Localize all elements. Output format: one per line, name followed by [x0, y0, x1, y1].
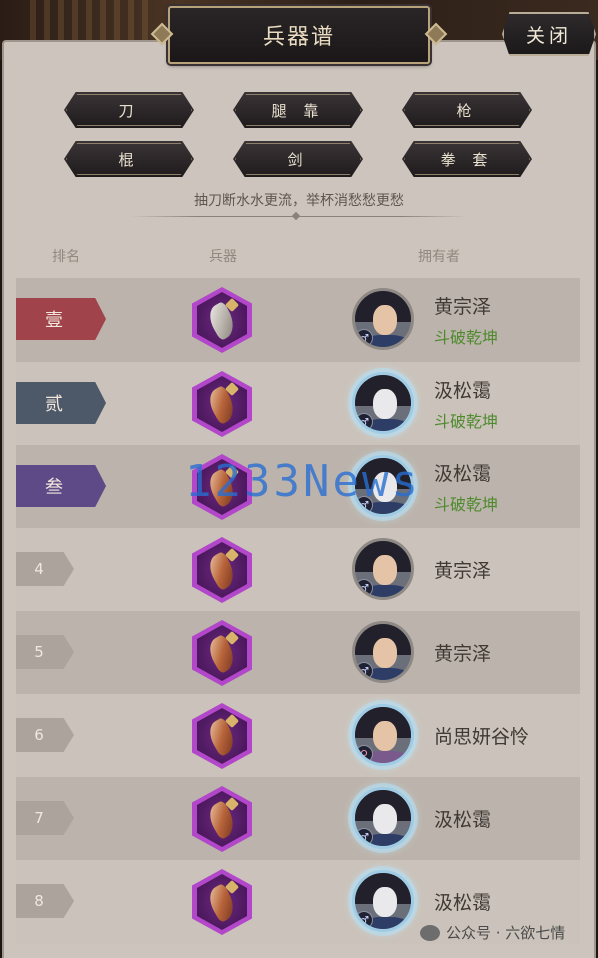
filter-sword-button[interactable]: 剑: [233, 141, 363, 177]
male-icon: ♂: [355, 329, 373, 347]
sect-name: 斗破乾坤: [434, 495, 499, 514]
owner-name: 黄宗泽: [434, 560, 492, 582]
weapon-icon[interactable]: [192, 537, 252, 603]
watermark: 1233News: [185, 456, 421, 507]
rank-badge: 6: [16, 718, 74, 752]
rank-badge: 贰: [16, 382, 106, 424]
avatar[interactable]: ♂: [352, 870, 414, 932]
weapon-icon[interactable]: [192, 869, 252, 935]
rank-badge: 5: [16, 635, 74, 669]
avatar[interactable]: ♂: [352, 621, 414, 683]
female-icon: ♀: [355, 745, 373, 763]
male-icon: ♂: [355, 413, 373, 431]
owner-name: 黄宗泽: [434, 643, 492, 665]
owner-name: 尚思妍谷怜: [434, 726, 530, 748]
weapon-icon[interactable]: [192, 620, 252, 686]
avatar[interactable]: ♂: [352, 538, 414, 600]
filter-spear-button[interactable]: 枪: [402, 92, 532, 128]
owner-name: 汲松霭: [434, 809, 492, 831]
filter-staff-button[interactable]: 棍: [64, 141, 194, 177]
divider: [130, 216, 468, 217]
avatar[interactable]: ♀: [352, 704, 414, 766]
male-icon: ♂: [355, 662, 373, 680]
rank-badge: 4: [16, 552, 74, 586]
table-row[interactable]: 6 ♀ 尚思妍谷怜: [16, 694, 580, 778]
owner-name: 汲松霭: [434, 380, 492, 402]
table-row[interactable]: 4 ♂ 黄宗泽: [16, 528, 580, 612]
title-plate: 兵器谱: [168, 6, 430, 64]
footer-credit: 公众号 · 六欲七情: [420, 922, 565, 943]
table-row[interactable]: 5 ♂ 黄宗泽: [16, 611, 580, 695]
weapon-icon[interactable]: [192, 287, 252, 353]
wechat-icon: [420, 924, 440, 941]
weapon-icon[interactable]: [192, 371, 252, 437]
sect-name: 斗破乾坤: [434, 412, 499, 431]
male-icon: ♂: [355, 579, 373, 597]
weapon-icon[interactable]: [192, 703, 252, 769]
filter-legs-button[interactable]: 腿 靠: [233, 92, 363, 128]
male-icon: ♂: [355, 828, 373, 846]
subtitle: 抽刀断水水更流，举杯消愁愁更愁: [194, 193, 404, 209]
column-weapon: 兵器: [209, 249, 237, 265]
avatar[interactable]: ♂: [352, 288, 414, 350]
avatar[interactable]: ♂: [352, 787, 414, 849]
filter-gauntlet-button[interactable]: 拳 套: [402, 141, 532, 177]
sect-name: 斗破乾坤: [434, 328, 499, 347]
weapon-icon[interactable]: [192, 786, 252, 852]
rank-badge: 8: [16, 884, 74, 918]
table-row[interactable]: 壹 ♂ 黄宗泽 斗破乾坤: [16, 278, 580, 362]
rank-badge: 叁: [16, 465, 106, 507]
filter-dao-button[interactable]: 刀: [64, 92, 194, 128]
owner-name: 汲松霭: [434, 892, 492, 914]
table-row[interactable]: 7 ♂ 汲松霭: [16, 777, 580, 861]
owner-name: 黄宗泽: [434, 296, 492, 318]
rank-badge: 7: [16, 801, 74, 835]
male-icon: ♂: [355, 911, 373, 929]
page-title: 兵器谱: [262, 25, 335, 50]
column-owner: 拥有者: [418, 249, 460, 265]
table-row[interactable]: 贰 ♂ 汲松霭 斗破乾坤: [16, 362, 580, 446]
column-rank: 排名: [52, 249, 80, 265]
close-button[interactable]: 关闭: [502, 12, 596, 56]
avatar[interactable]: ♂: [352, 372, 414, 434]
rank-badge: 壹: [16, 298, 106, 340]
owner-name: 汲松霭: [434, 463, 492, 485]
